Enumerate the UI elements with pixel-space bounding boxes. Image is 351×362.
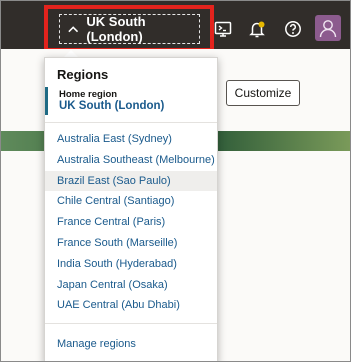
highlight-box — [44, 5, 214, 52]
user-icon — [319, 20, 337, 38]
help-icon[interactable] — [284, 20, 302, 38]
customize-button[interactable]: Customize — [226, 80, 300, 106]
region-item[interactable]: France Central (Paris) — [45, 212, 217, 233]
screenshot-frame: UK South (London) Customize Regions Home… — [0, 0, 351, 362]
region-item[interactable]: India South (Hyderabad) — [45, 254, 217, 275]
regions-title: Regions — [57, 67, 109, 82]
home-region-value: UK South (London) — [59, 100, 165, 112]
home-region-label: Home region — [59, 89, 118, 100]
regions-dropdown: Regions Home region UK South (London) Au… — [44, 57, 220, 361]
region-item[interactable]: France South (Marseille) — [45, 233, 217, 254]
region-item[interactable]: Chile Central (Santiago) — [45, 191, 217, 212]
notifications-bell-icon[interactable] — [248, 20, 266, 38]
divider — [45, 323, 217, 324]
region-item[interactable]: Australia East (Sydney) — [45, 129, 217, 150]
top-navigation-bar: UK South (London) — [1, 1, 350, 52]
region-item[interactable]: Brazil East (Sao Paulo) — [45, 170, 217, 192]
home-region[interactable]: Home region UK South (London) — [45, 87, 220, 115]
region-item[interactable]: Australia Southeast (Melbourne) — [45, 150, 217, 171]
manage-regions-link[interactable]: Manage regions — [57, 338, 136, 350]
user-avatar[interactable] — [315, 15, 341, 41]
divider — [45, 122, 217, 123]
cloud-shell-icon[interactable] — [214, 20, 232, 38]
region-list: Australia East (Sydney) Australia Southea… — [45, 129, 217, 316]
region-item[interactable]: Japan Central (Osaka) — [45, 275, 217, 296]
region-item[interactable]: UAE Central (Abu Dhabi) — [45, 295, 217, 316]
